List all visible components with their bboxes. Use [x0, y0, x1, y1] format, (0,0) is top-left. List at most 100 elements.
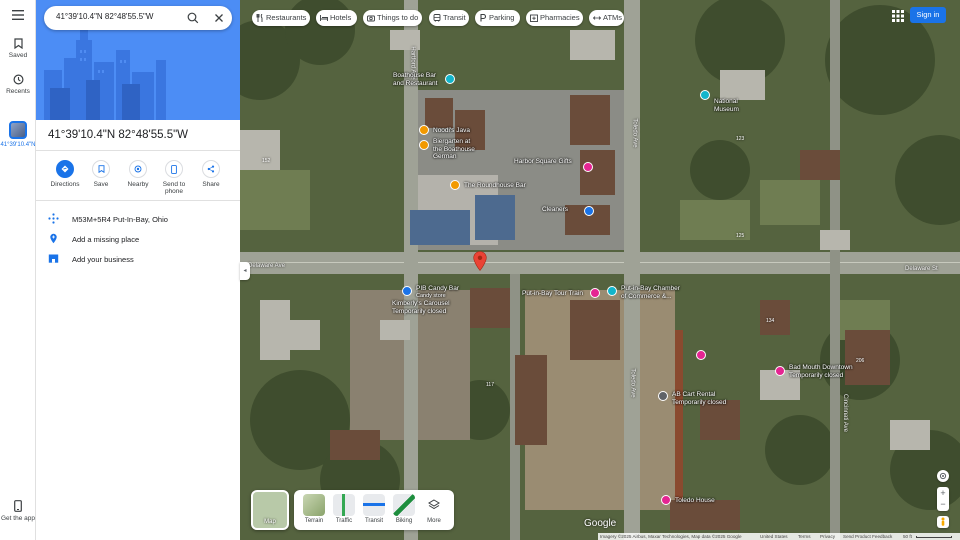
get-app-button[interactable]: Get the app [0, 500, 36, 522]
location-pin-icon[interactable] [473, 251, 487, 273]
imagery-attribution: Imagery ©2025 Airbus, Maxar Technologies… [600, 534, 742, 539]
poi-chamber[interactable]: Put-in-Bay Chamber of Commerce &... [621, 285, 680, 300]
poi-marker[interactable] [450, 180, 460, 190]
plus-code-row[interactable]: M53M+5R4 Put-In-Bay, Ohio [36, 210, 240, 228]
hamburger-icon [12, 10, 24, 20]
google-apps-button[interactable] [892, 10, 904, 22]
poi-label: Candy store [416, 293, 446, 299]
zoom-controls: + − [937, 487, 949, 511]
zoom-in-button[interactable]: + [937, 487, 949, 499]
poi-marker[interactable] [590, 288, 600, 298]
search-button[interactable] [186, 11, 200, 25]
poi-marker[interactable] [419, 140, 429, 150]
camera-icon [367, 15, 375, 22]
bookmark-icon [13, 38, 23, 49]
layer-label: Biking [395, 518, 413, 524]
map-type-label: Map [264, 519, 276, 525]
feedback-link[interactable]: Send Product Feedback [843, 533, 892, 540]
poi-marker[interactable] [445, 74, 455, 84]
layer-terrain[interactable]: Terrain [301, 494, 327, 524]
layer-transit[interactable]: Transit [361, 494, 387, 524]
map-type-toggle[interactable]: Map [251, 490, 289, 530]
poi-pib-candy[interactable]: PIB Candy Bar [416, 285, 459, 293]
poi-marker[interactable] [661, 495, 671, 505]
share-button[interactable]: Share [193, 160, 229, 188]
chip-label: Parking [489, 13, 515, 22]
poi-label: Kimberly's Carousel Temporarily closed [392, 300, 450, 315]
region-link[interactable]: United States [760, 533, 788, 540]
scale-label[interactable]: 50 ft [903, 533, 912, 540]
poi-ab-cart[interactable]: AB Cart Rental Temporarily closed [672, 391, 726, 406]
poi-marker[interactable] [696, 350, 706, 360]
add-missing-place-row[interactable]: Add a missing place [36, 230, 240, 248]
layer-traffic[interactable]: Traffic [331, 494, 357, 524]
add-place-icon [50, 233, 57, 244]
poi-marker[interactable] [584, 206, 594, 216]
phone-icon [14, 500, 22, 512]
chip-label: Transit [443, 13, 466, 22]
pegman-button[interactable] [937, 516, 949, 528]
collapse-panel-button[interactable]: ◂ [240, 262, 250, 280]
poi-marker[interactable] [658, 391, 668, 401]
plus-code-icon [48, 213, 59, 224]
poi-cleaners[interactable]: Cleaners [542, 206, 568, 214]
poi-marker[interactable] [402, 286, 412, 296]
menu-button[interactable] [0, 10, 36, 23]
recent-place-thumbnail [9, 121, 27, 139]
chip-transit[interactable]: Transit [429, 10, 469, 26]
poi-marker[interactable] [607, 286, 617, 296]
zoom-out-button[interactable]: − [937, 499, 949, 511]
send-to-phone-button[interactable]: Send to phone [156, 160, 192, 195]
chip-restaurants[interactable]: Restaurants [252, 10, 310, 26]
nearby-button[interactable]: Nearby [120, 160, 156, 188]
save-button[interactable]: Save [83, 160, 119, 188]
poi-carousel[interactable]: Kimberly's Carousel Temporarily closed [392, 300, 450, 315]
nearby-label: Nearby [127, 181, 149, 188]
chip-pharmacies[interactable]: Pharmacies [526, 10, 583, 26]
my-location-button[interactable] [937, 470, 949, 482]
recents-label: Recents [6, 88, 30, 95]
privacy-link[interactable]: Privacy [820, 533, 835, 540]
add-place-text: Add a missing place [72, 235, 140, 244]
get-app-label: Get the app [1, 515, 35, 522]
chip-label: Hotels [330, 13, 352, 22]
saved-button[interactable]: Saved [0, 38, 36, 59]
poi-marker[interactable] [583, 162, 593, 172]
poi-label: Bad Mouth Downtown Temporarily closed [789, 364, 853, 379]
poi-museum[interactable]: National Museum [714, 98, 739, 113]
terms-link[interactable]: Terms [798, 533, 811, 540]
poi-tour-train[interactable]: Put-in-Bay Tour Train [522, 290, 583, 298]
poi-marker[interactable] [775, 366, 785, 376]
recent-place-label: 41°39'10.4"N [0, 142, 36, 148]
directions-label: Directions [50, 181, 80, 188]
poi-boathouse[interactable]: Boathouse Bar and Restaurant [393, 72, 437, 87]
chip-parking[interactable]: Parking [475, 10, 520, 26]
map-canvas[interactable]: Hartford Ave Toledo Ave Delaware Ave Del… [240, 0, 960, 540]
search-input[interactable] [56, 12, 176, 21]
add-business-row[interactable]: Add your business [36, 250, 240, 268]
poi-biergarten[interactable]: Biergarten at the Boathouse German [433, 138, 475, 161]
parking-icon [480, 14, 487, 22]
add-business-text: Add your business [72, 255, 134, 264]
poi-toledo-house[interactable]: Toledo House [675, 497, 715, 505]
poi-marker[interactable] [419, 125, 429, 135]
poi-harbor-square[interactable]: Harbor Square Gifts [514, 158, 572, 166]
place-title: 41°39'10.4"N 82°48'55.5"W [48, 129, 189, 141]
chip-atms[interactable]: ATMs [589, 10, 624, 26]
street-label: Delaware St [905, 266, 938, 272]
chip-hotels[interactable]: Hotels [316, 10, 357, 26]
poi-roundhouse[interactable]: The Roundhouse Bar [464, 182, 526, 190]
recent-place-item[interactable]: 41°39'10.4"N [0, 121, 36, 149]
poi-noodis[interactable]: Noodi's Java [433, 127, 470, 135]
sign-in-button[interactable]: Sign in [910, 7, 946, 23]
poi-bad-mouth[interactable]: Bad Mouth Downtown Temporarily closed [789, 364, 853, 379]
map-footer: Imagery ©2025 Airbus, Maxar Technologies… [598, 533, 960, 540]
recents-button[interactable]: Recents [0, 74, 36, 95]
directions-button[interactable]: Directions [47, 160, 83, 188]
clear-search-button[interactable] [212, 11, 226, 25]
poi-marker[interactable] [700, 90, 710, 100]
layer-more[interactable]: More [421, 494, 447, 524]
layer-biking[interactable]: Biking [391, 494, 417, 524]
chip-things-to-do[interactable]: Things to do [363, 10, 422, 26]
poi-label: Boathouse Bar and Restaurant [393, 72, 438, 87]
